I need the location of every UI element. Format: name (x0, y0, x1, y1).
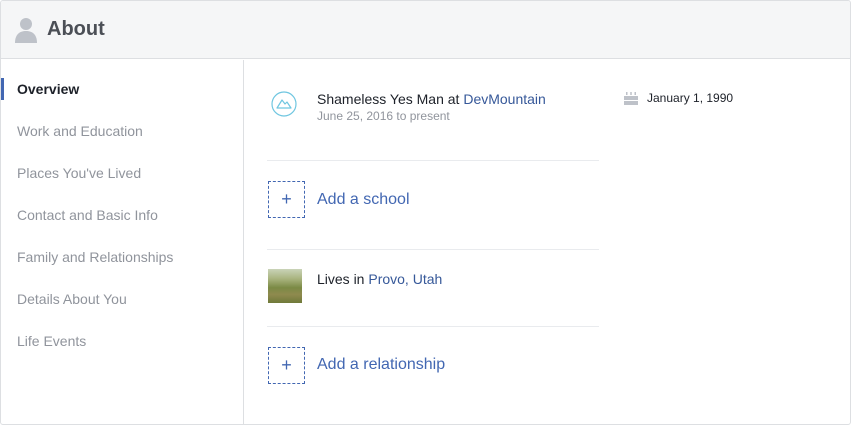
work-dates: June 25, 2016 to present (317, 109, 450, 123)
sidebar-item-details-about-you[interactable]: Details About You (1, 278, 243, 320)
current-city-entry: Lives in Provo, Utah (267, 250, 599, 327)
work-entry: Shameless Yes Man at DevMountain June 25… (267, 60, 599, 161)
add-relationship-link[interactable]: Add a relationship (317, 356, 445, 374)
about-sidebar: Overview Work and Education Places You'v… (1, 60, 244, 424)
birthday-date: January 1, 1990 (647, 91, 734, 105)
sidebar-item-life-events[interactable]: Life Events (1, 320, 243, 362)
work-company-link[interactable]: DevMountain (463, 91, 546, 107)
overview-content: Shameless Yes Man at DevMountain June 25… (267, 60, 599, 416)
plus-icon: + (281, 189, 292, 209)
about-header: About (1, 1, 850, 59)
place-thumbnail[interactable] (268, 269, 302, 303)
city-link[interactable]: Provo, Utah (368, 271, 442, 287)
sidebar-item-overview[interactable]: Overview (1, 68, 243, 110)
add-school-link[interactable]: Add a school (317, 191, 410, 209)
add-school-row: + Add a school (267, 161, 599, 250)
add-relationship-plus-button[interactable]: + (268, 347, 305, 384)
birthday-info: January 1, 1990 (624, 91, 733, 105)
cake-icon (624, 91, 638, 105)
about-panel: About Overview Work and Education Places… (0, 0, 851, 425)
sidebar-item-contact-info[interactable]: Contact and Basic Info (1, 194, 243, 236)
plus-icon: + (281, 355, 292, 375)
work-title: Shameless Yes Man at DevMountain (317, 91, 546, 107)
add-relationship-row: + Add a relationship (267, 327, 599, 416)
page-title: About (47, 18, 105, 40)
sidebar-item-family-relationships[interactable]: Family and Relationships (1, 236, 243, 278)
sidebar-item-work-and-education[interactable]: Work and Education (1, 110, 243, 152)
lives-in-text: Lives in Provo, Utah (317, 271, 442, 287)
lives-in-prefix: Lives in (317, 271, 365, 287)
add-school-plus-button[interactable]: + (268, 181, 305, 218)
mountain-badge-icon[interactable] (271, 91, 297, 117)
sidebar-item-places-lived[interactable]: Places You've Lived (1, 152, 243, 194)
work-position: Shameless Yes Man (317, 91, 444, 107)
person-icon (15, 17, 37, 43)
work-at: at (447, 91, 460, 107)
